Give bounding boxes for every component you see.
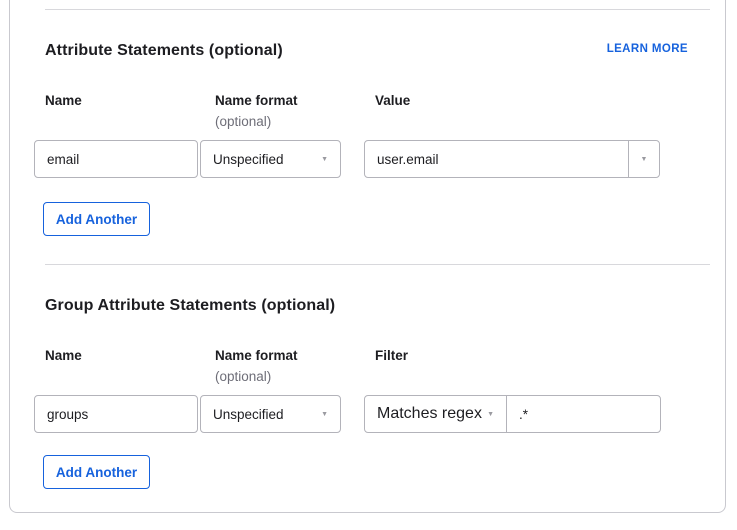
column-header-name: Name — [45, 93, 82, 108]
column-header-name: Name — [45, 348, 82, 363]
attribute-statements-card: Attribute Statements (optional) LEARN MO… — [9, 0, 726, 513]
chevron-down-icon: ▼ — [641, 156, 648, 163]
filter-type-dropdown[interactable]: Matches regex ▼ — [365, 396, 507, 432]
attribute-name-field — [34, 140, 198, 178]
learn-more-link[interactable]: LEARN MORE — [607, 43, 688, 55]
chevron-down-icon: ▼ — [321, 411, 328, 418]
attribute-value-input[interactable] — [365, 141, 628, 177]
attribute-value-field: ▼ — [364, 140, 660, 178]
attribute-name-format-dropdown[interactable]: Unspecified ▼ — [200, 140, 341, 178]
name-format-optional-hint: (optional) — [215, 369, 271, 384]
column-header-name-format: Name format — [215, 93, 298, 108]
filter-value-input[interactable] — [507, 396, 660, 432]
filter-type-value: Matches regex — [377, 405, 482, 423]
attribute-value-dropdown-toggle[interactable]: ▼ — [628, 141, 659, 177]
group-attribute-name-field — [34, 395, 198, 433]
add-another-attribute-button[interactable]: Add Another — [43, 202, 150, 236]
column-header-value: Value — [375, 93, 410, 108]
attribute-name-input[interactable] — [35, 141, 197, 177]
attribute-statements-title: Attribute Statements (optional) — [45, 42, 283, 60]
name-format-optional-hint: (optional) — [215, 114, 271, 129]
chevron-down-icon: ▼ — [487, 411, 494, 418]
chevron-down-icon: ▼ — [321, 156, 328, 163]
saml-settings-screen: Attribute Statements (optional) LEARN MO… — [0, 0, 737, 530]
group-attribute-name-format-dropdown[interactable]: Unspecified ▼ — [200, 395, 341, 433]
group-attribute-statements-title: Group Attribute Statements (optional) — [45, 297, 335, 315]
column-header-name-format: Name format — [215, 348, 298, 363]
attribute-name-format-value: Unspecified — [213, 152, 284, 167]
column-header-filter: Filter — [375, 348, 408, 363]
group-attribute-name-input[interactable] — [35, 396, 197, 432]
group-attribute-filter-field: Matches regex ▼ — [364, 395, 661, 433]
section-divider-top — [45, 9, 710, 10]
add-another-group-attribute-button[interactable]: Add Another — [43, 455, 150, 489]
section-divider-middle — [45, 264, 710, 265]
group-attribute-name-format-value: Unspecified — [213, 407, 284, 422]
